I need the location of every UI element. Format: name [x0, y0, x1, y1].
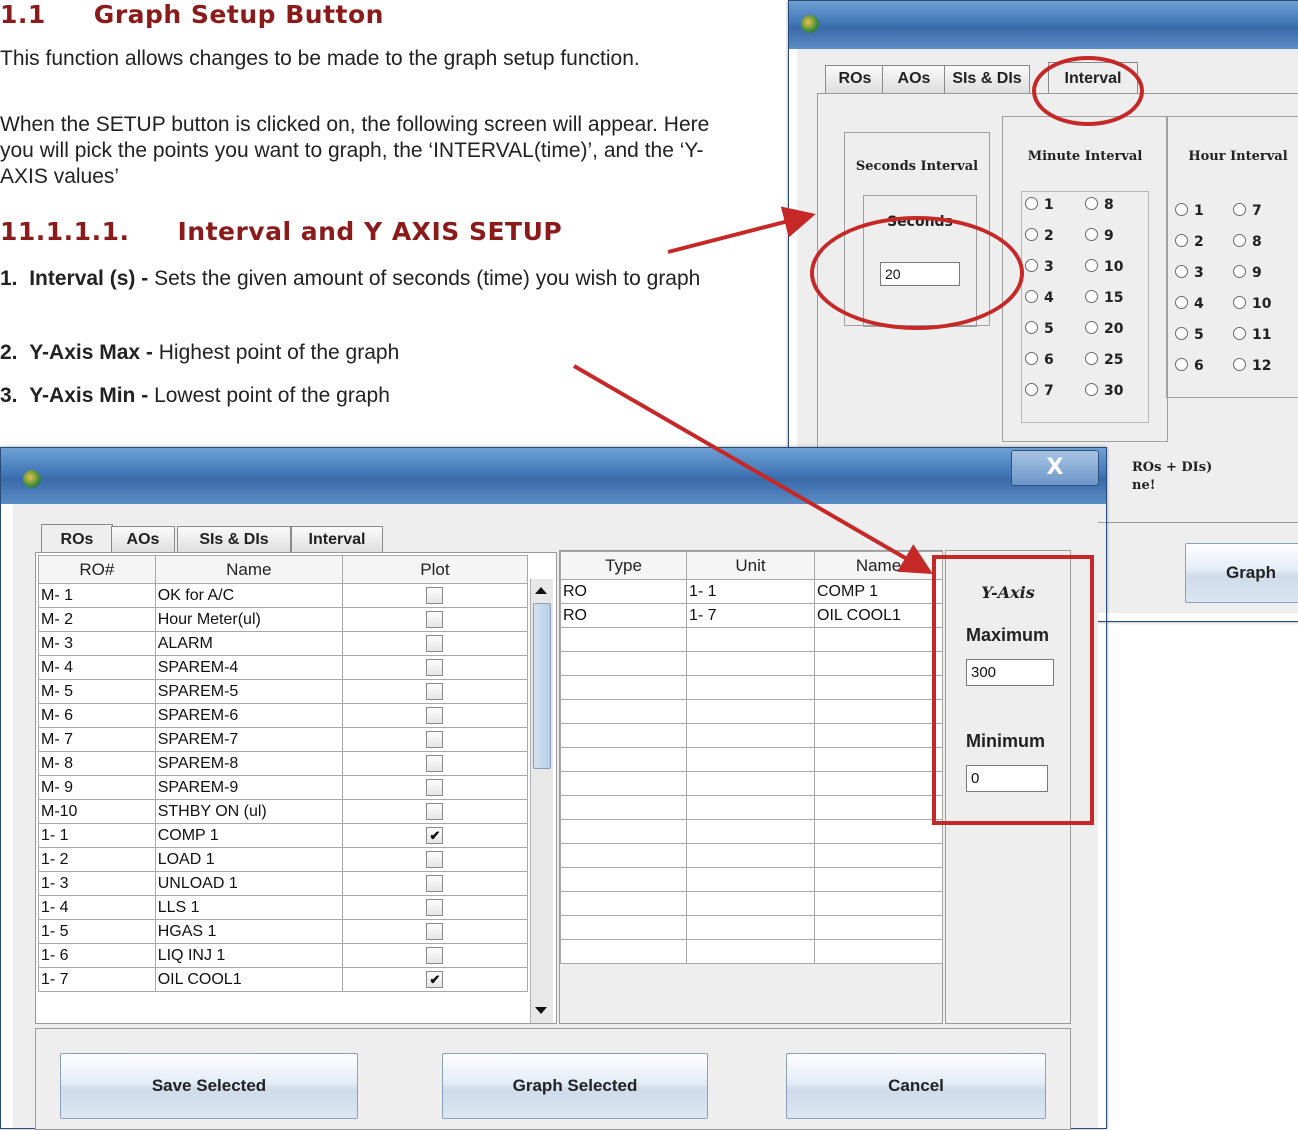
- annotation-arrows: [572, 206, 933, 575]
- arrow-to-interval-icon: [667, 206, 816, 254]
- arrow-to-y-axis-icon: [572, 364, 933, 575]
